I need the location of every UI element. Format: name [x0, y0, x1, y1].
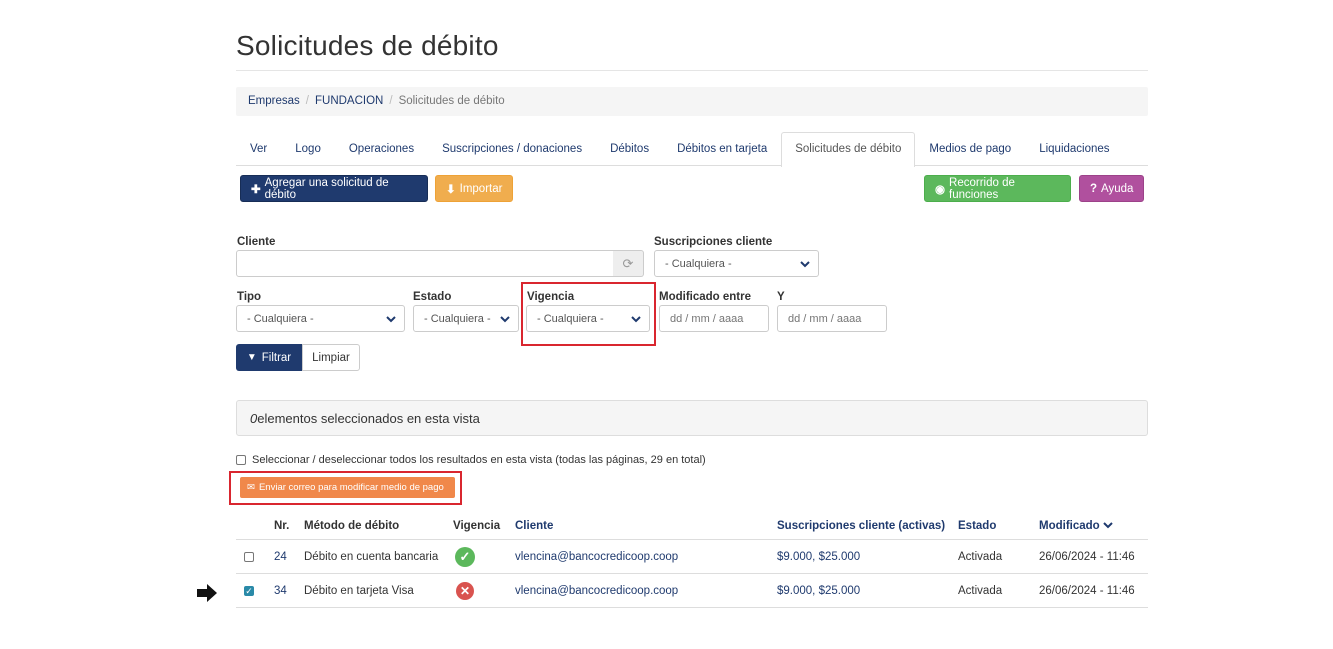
tab-debitos[interactable]: Débitos	[596, 132, 663, 166]
title-divider	[236, 70, 1148, 71]
cliente-label: Cliente	[237, 236, 276, 248]
row-metodo: Débito en tarjeta Visa	[304, 584, 414, 597]
plus-icon: ✚	[251, 183, 261, 196]
question-icon: ?	[1090, 182, 1098, 195]
select-all-row: Seleccionar / deseleccionar todos los re…	[236, 454, 706, 466]
vigencia-select[interactable]: - Cualquiera -	[526, 305, 650, 332]
suscripciones-select[interactable]: - Cualquiera -	[654, 250, 819, 277]
breadcrumb-empresas[interactable]: Empresas	[248, 95, 300, 107]
add-debit-request-label: Agregar una solicitud de débito	[264, 176, 389, 201]
chevron-down-icon	[631, 315, 641, 322]
filter-label: Filtrar	[261, 351, 292, 364]
filter-button[interactable]: ▼ Filtrar	[236, 344, 302, 371]
import-button[interactable]: ⬇ Importar	[435, 175, 513, 202]
header-estado[interactable]: Estado	[958, 520, 996, 532]
suscripciones-label: Suscripciones cliente	[654, 236, 773, 248]
row-metodo: Débito en cuenta bancaria	[304, 550, 439, 563]
table-header: Nr. Método de débito Vigencia Cliente Su…	[236, 512, 1148, 540]
page-title: Solicitudes de débito	[236, 30, 499, 61]
row-nr[interactable]: 24	[274, 551, 287, 563]
tab-debitos-tarjeta[interactable]: Débitos en tarjeta	[663, 132, 781, 166]
header-suscripciones[interactable]: Suscripciones cliente (activas)	[777, 520, 945, 532]
tab-medios-pago[interactable]: Medios de pago	[915, 132, 1025, 166]
import-icon: ⬇	[446, 183, 456, 196]
vigencia-label: Vigencia	[527, 291, 575, 303]
feature-tour-label: Recorrido de funciones	[949, 176, 1015, 201]
row-estado: Activada	[958, 550, 1003, 563]
modificado-desde-input[interactable]	[659, 305, 769, 332]
estado-select[interactable]: - Cualquiera -	[413, 305, 519, 332]
arrow-right-icon	[197, 584, 217, 602]
selected-text: elementos seleccionados en esta vista	[257, 411, 480, 426]
cross-icon: ✕	[456, 581, 474, 600]
row-estado: Activada	[958, 584, 1003, 597]
filter-icon: ▼	[246, 352, 257, 363]
vigencia-value: - Cualquiera -	[537, 312, 604, 325]
import-label: Importar	[459, 182, 503, 195]
selection-panel: 0elementos seleccionados en esta vista	[236, 400, 1148, 436]
chevron-down-icon	[386, 315, 396, 322]
tab-ver[interactable]: Ver	[236, 132, 281, 166]
feature-tour-button[interactable]: ◉ Recorrido de funciones	[924, 175, 1071, 202]
debit-requests-table: Nr. Método de débito Vigencia Cliente Su…	[236, 512, 1148, 608]
tipo-select[interactable]: - Cualquiera -	[236, 305, 405, 332]
chevron-down-icon	[800, 260, 810, 267]
tab-solicitudes-debito[interactable]: Solicitudes de débito	[781, 132, 916, 167]
help-button[interactable]: ? Ayuda	[1079, 175, 1144, 202]
header-cliente[interactable]: Cliente	[515, 520, 553, 532]
refresh-icon[interactable]: ⟳	[613, 250, 644, 277]
y-label: Y	[777, 291, 785, 303]
row-cliente[interactable]: vlencina@bancocredicoop.coop	[515, 551, 678, 563]
check-icon: ✓	[455, 546, 475, 567]
breadcrumb-separator: /	[305, 95, 309, 107]
modificado-label: Modificado entre	[659, 291, 752, 303]
row-nr[interactable]: 34	[274, 585, 287, 597]
tipo-value: - Cualquiera -	[247, 312, 314, 325]
header-modificado[interactable]: Modificado	[1039, 520, 1113, 532]
select-all-checkbox[interactable]	[236, 455, 246, 465]
tab-liquidaciones[interactable]: Liquidaciones	[1025, 132, 1123, 166]
select-all-label: Seleccionar / deseleccionar todos los re…	[252, 454, 706, 466]
add-debit-request-button[interactable]: ✚ Agregar una solicitud de débito	[240, 175, 428, 202]
tipo-label: Tipo	[237, 291, 262, 303]
globe-icon: ◉	[935, 183, 946, 196]
row-checkbox-checked[interactable]: ✓	[244, 585, 254, 596]
tab-operaciones[interactable]: Operaciones	[335, 132, 428, 166]
send-mail-label: Enviar correo para modificar medio de pa…	[258, 482, 444, 493]
tab-bar: Ver Logo Operaciones Suscripciones / don…	[236, 132, 1148, 167]
clear-button[interactable]: Limpiar	[302, 344, 360, 371]
breadcrumb: Empresas / FUNDACION / Solicitudes de débito	[236, 87, 1148, 116]
header-metodo: Método de débito	[304, 519, 400, 532]
row-modificado: 26/06/2024 - 11:46	[1039, 550, 1135, 563]
estado-value: - Cualquiera -	[424, 312, 491, 325]
sort-desc-icon	[1103, 521, 1113, 528]
header-modificado-label: Modificado	[1039, 519, 1100, 532]
row-suscripciones[interactable]: $9.000, $25.000	[777, 585, 860, 597]
table-row: ✓ 34 Débito en tarjeta Visa ✕ vlencina@b…	[236, 574, 1148, 608]
estado-label: Estado	[413, 291, 452, 303]
table-row: 24 Débito en cuenta bancaria ✓ vlencina@…	[236, 540, 1148, 574]
row-cliente[interactable]: vlencina@bancocredicoop.coop	[515, 585, 678, 597]
breadcrumb-current: Solicitudes de débito	[398, 95, 505, 107]
breadcrumb-separator: /	[389, 95, 393, 107]
suscripciones-value: - Cualquiera -	[665, 257, 732, 270]
send-mail-button[interactable]: ✉ Enviar correo para modificar medio de …	[240, 477, 455, 498]
header-vigencia: Vigencia	[453, 519, 501, 532]
cliente-input[interactable]	[236, 250, 614, 277]
help-label: Ayuda	[1101, 182, 1134, 195]
row-checkbox[interactable]	[244, 551, 254, 562]
envelope-icon: ✉	[247, 482, 255, 493]
tab-suscripciones[interactable]: Suscripciones / donaciones	[428, 132, 596, 166]
modificado-hasta-input[interactable]	[777, 305, 887, 332]
breadcrumb-fundacion[interactable]: FUNDACION	[315, 95, 383, 107]
row-modificado: 26/06/2024 - 11:46	[1039, 584, 1135, 597]
chevron-down-icon	[500, 315, 510, 322]
tab-logo[interactable]: Logo	[281, 132, 335, 166]
row-suscripciones[interactable]: $9.000, $25.000	[777, 551, 860, 563]
header-nr: Nr.	[274, 519, 290, 532]
